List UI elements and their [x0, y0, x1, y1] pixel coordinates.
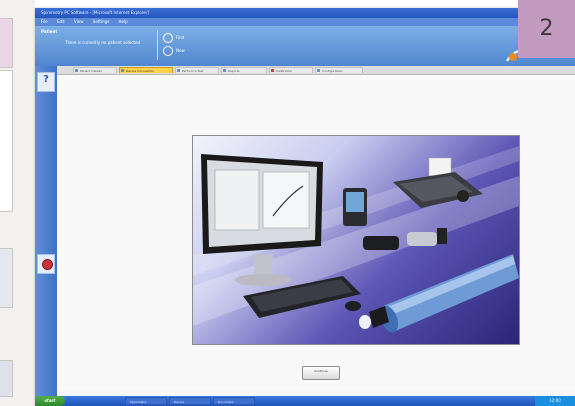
- tab-icon: [317, 69, 320, 72]
- tools-icon: [42, 259, 53, 270]
- help-icon: ?: [43, 74, 49, 85]
- slide-number-badge: 2: [518, 0, 575, 58]
- tab-calibration[interactable]: Calibration: [269, 67, 313, 73]
- taskbar-item[interactable]: Device: [169, 397, 211, 405]
- application-window: Spirometry PC Software - [Microsoft Inte…: [35, 8, 575, 406]
- find-label: Find: [176, 35, 185, 40]
- taskbar-item[interactable]: Document: [213, 397, 255, 405]
- continue-label: Continue: [314, 369, 328, 373]
- tab-label: Configuration: [322, 69, 343, 73]
- tab-bar: Patient Details Device Connection Perfor…: [35, 66, 575, 75]
- start-button[interactable]: start: [35, 396, 65, 406]
- background-page-strip: [0, 0, 35, 406]
- menu-item-view[interactable]: View: [74, 19, 84, 24]
- background-card: [0, 18, 13, 68]
- tab-label: Calibration: [276, 69, 293, 73]
- tab-device-connection[interactable]: Device Connection: [119, 67, 173, 73]
- tab-icon: [223, 69, 226, 72]
- start-label: start: [44, 398, 56, 403]
- left-toolbar: ?: [35, 66, 57, 396]
- background-card: [0, 70, 13, 212]
- tab-label: Patient Details: [80, 69, 102, 73]
- menu-item-settings[interactable]: Settings: [93, 19, 109, 24]
- background-card: [0, 248, 13, 308]
- tab-label: Perform a Test: [182, 69, 204, 73]
- patient-status: There is currently no patient selected: [65, 40, 141, 45]
- tab-icon: [121, 69, 124, 72]
- spirometry-equipment-image: [193, 146, 519, 333]
- header-divider: [157, 30, 158, 60]
- tab-perform-test[interactable]: Perform a Test: [175, 67, 219, 73]
- new-patient-button[interactable]: New: [163, 45, 203, 56]
- clock: 12:00: [549, 398, 561, 403]
- tab-reports[interactable]: Reports: [221, 67, 267, 73]
- taskbar-item-label: Document: [218, 400, 234, 404]
- menu-item-help[interactable]: Help: [118, 19, 127, 24]
- tab-icon: [271, 69, 274, 72]
- system-tray: 12:00: [535, 396, 575, 406]
- taskbar-item-label: Device: [174, 400, 185, 404]
- taskbar-item[interactable]: Spirometry: [125, 397, 167, 405]
- equipment-photo: [192, 135, 520, 345]
- find-patient-button[interactable]: Find: [163, 32, 203, 43]
- menu-item-file[interactable]: File: [41, 19, 48, 24]
- tab-patient-details[interactable]: Patient Details: [73, 67, 117, 73]
- window-title: Spirometry PC Software - [Microsoft Inte…: [41, 10, 149, 15]
- slide-number: 2: [539, 16, 554, 41]
- menu-bar: File Edit View Settings Help: [35, 18, 575, 26]
- tab-label: Device Connection: [126, 69, 155, 73]
- add-icon: [163, 46, 173, 56]
- new-label: New: [176, 48, 185, 53]
- patient-heading: Patient: [41, 29, 58, 34]
- handheld-device-image: [343, 188, 367, 226]
- patient-header: Patient There is currently no patient se…: [35, 26, 575, 66]
- main-content: Continue: [57, 75, 575, 390]
- tab-configuration[interactable]: Configuration: [315, 67, 363, 73]
- help-button[interactable]: ?: [37, 72, 55, 92]
- spirometer-tube-image: [359, 254, 519, 333]
- tab-icon: [75, 69, 78, 72]
- tools-button[interactable]: [37, 254, 55, 274]
- taskbar: start Spirometry Device Document 12:00: [35, 396, 575, 406]
- background-card: [0, 360, 13, 397]
- search-icon: [163, 33, 173, 43]
- tab-label: Reports: [228, 69, 240, 73]
- tab-icon: [177, 69, 180, 72]
- taskbar-item-label: Spirometry: [130, 400, 147, 404]
- menu-item-edit[interactable]: Edit: [57, 19, 65, 24]
- window-titlebar: Spirometry PC Software - [Microsoft Inte…: [35, 8, 575, 18]
- continue-button[interactable]: Continue: [302, 366, 340, 380]
- mouse-image: [345, 301, 361, 311]
